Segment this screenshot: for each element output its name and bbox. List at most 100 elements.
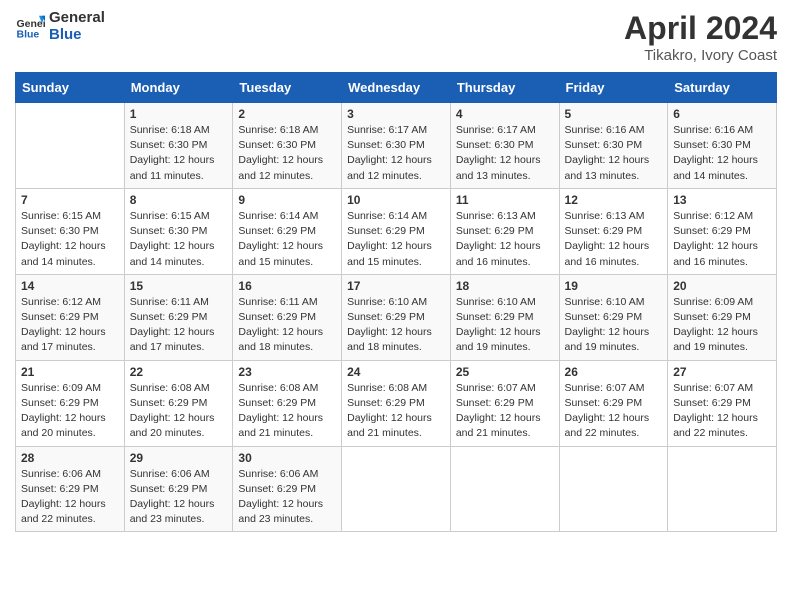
cell-w5-d3: 30 Sunrise: 6:06 AM Sunset: 6:29 PM Dayli… — [233, 446, 342, 532]
day-number: 11 — [456, 193, 554, 207]
day-number: 2 — [238, 107, 336, 121]
cell-w4-d2: 22Sunrise: 6:08 AM Sunset: 6:29 PM Dayli… — [124, 360, 233, 446]
page: General Blue General Blue April 2024 Tik… — [0, 0, 792, 612]
day-number: 15 — [130, 279, 228, 293]
cell-w1-d5: 4Sunrise: 6:17 AM Sunset: 6:30 PM Daylig… — [450, 103, 559, 189]
day-info: Sunrise: 6:07 AM Sunset: 6:29 PM Dayligh… — [565, 381, 663, 442]
cell-w1-d2: 1Sunrise: 6:18 AM Sunset: 6:30 PM Daylig… — [124, 103, 233, 189]
day-number: 28 — [21, 451, 119, 465]
day-number: 1 — [130, 107, 228, 121]
cell-w2-d1: 7 Sunrise: 6:15 AM Sunset: 6:30 PM Daylig… — [16, 188, 125, 274]
day-number: 30 — [238, 451, 336, 465]
day-info: Sunrise: 6:14 AM Sunset: 6:29 PM Dayligh… — [347, 209, 445, 270]
logo-icon: General Blue — [15, 12, 45, 42]
day-info: Sunrise: 6:10 AM Sunset: 6:29 PM Dayligh… — [347, 295, 445, 356]
cell-w3-d1: 14 Sunrise: 6:12 AM Sunset: 6:29 PM Dayli… — [16, 274, 125, 360]
calendar-table: Sunday Monday Tuesday Wednesday Thursday… — [15, 72, 777, 532]
day-info: Sunrise: 6:15 AM Sunset: 6:30 PM Dayligh… — [21, 209, 119, 270]
day-number: 27 — [673, 365, 771, 379]
day-number: 25 — [456, 365, 554, 379]
cell-w5-d7 — [668, 446, 777, 532]
cell-w3-d3: 16 Sunrise: 6:11 AM Sunset: 6:29 PM Dayli… — [233, 274, 342, 360]
title-block: April 2024 Tikakro, Ivory Coast — [624, 10, 777, 64]
cell-w1-d1 — [16, 103, 125, 189]
week-row-1: 1 Sunrise: 6:18 AM Sunset: 6:30 PM Daylig… — [16, 103, 777, 189]
day-info: Sunrise: 6:16 AM Sunset: 6:30 PM Dayligh… — [673, 123, 771, 184]
header: General Blue General Blue April 2024 Tik… — [15, 10, 777, 64]
day-number: 5 — [565, 107, 663, 121]
day-number: 23 — [238, 365, 336, 379]
day-number: 13 — [673, 193, 771, 207]
day-info: Sunrise: 6:09 AM Sunset: 6:29 PM Dayligh… — [21, 381, 119, 442]
day-number: 9 — [238, 193, 336, 207]
day-number: 21 — [21, 365, 119, 379]
cell-w3-d7: 20Sunrise: 6:09 AM Sunset: 6:29 PM Dayli… — [668, 274, 777, 360]
col-wednesday: Wednesday — [342, 73, 451, 103]
main-title: April 2024 — [624, 10, 777, 47]
day-number: 12 — [565, 193, 663, 207]
day-number: 7 — [21, 193, 119, 207]
cell-w2-d6: 12 Sunrise: 6:13 AM Sunset: 6:29 PM Dayli… — [559, 188, 668, 274]
logo-line2: Blue — [49, 27, 105, 44]
cell-w2-d3: 9Sunrise: 6:14 AM Sunset: 6:29 PM Daylig… — [233, 188, 342, 274]
cell-w1-d7: 6 Sunrise: 6:16 AM Sunset: 6:30 PM Daylig… — [668, 103, 777, 189]
day-info: Sunrise: 6:10 AM Sunset: 6:29 PM Dayligh… — [456, 295, 554, 356]
col-thursday: Thursday — [450, 73, 559, 103]
day-info: Sunrise: 6:06 AM Sunset: 6:29 PM Dayligh… — [130, 467, 228, 528]
cell-w4-d1: 21 Sunrise: 6:09 AM Sunset: 6:29 PM Dayli… — [16, 360, 125, 446]
day-info: Sunrise: 6:06 AM Sunset: 6:29 PM Dayligh… — [238, 467, 336, 528]
day-number: 20 — [673, 279, 771, 293]
cell-w1-d6: 5Sunrise: 6:16 AM Sunset: 6:30 PM Daylig… — [559, 103, 668, 189]
cell-w5-d5 — [450, 446, 559, 532]
day-number: 3 — [347, 107, 445, 121]
day-info: Sunrise: 6:12 AM Sunset: 6:29 PM Dayligh… — [21, 295, 119, 356]
logo-line1: General — [49, 10, 105, 27]
logo: General Blue General Blue — [15, 10, 105, 43]
col-saturday: Saturday — [668, 73, 777, 103]
day-info: Sunrise: 6:12 AM Sunset: 6:29 PM Dayligh… — [673, 209, 771, 270]
day-number: 26 — [565, 365, 663, 379]
col-tuesday: Tuesday — [233, 73, 342, 103]
col-friday: Friday — [559, 73, 668, 103]
subtitle: Tikakro, Ivory Coast — [624, 47, 777, 64]
day-number: 16 — [238, 279, 336, 293]
cell-w3-d6: 19 Sunrise: 6:10 AM Sunset: 6:29 PM Dayli… — [559, 274, 668, 360]
cell-w4-d4: 24Sunrise: 6:08 AM Sunset: 6:29 PM Dayli… — [342, 360, 451, 446]
day-number: 14 — [21, 279, 119, 293]
calendar-body: 1 Sunrise: 6:18 AM Sunset: 6:30 PM Daylig… — [16, 103, 777, 532]
day-info: Sunrise: 6:17 AM Sunset: 6:30 PM Dayligh… — [347, 123, 445, 184]
cell-w2-d2: 8Sunrise: 6:15 AM Sunset: 6:30 PM Daylig… — [124, 188, 233, 274]
header-row: Sunday Monday Tuesday Wednesday Thursday… — [16, 73, 777, 103]
cell-w5-d1: 28Sunrise: 6:06 AM Sunset: 6:29 PM Dayli… — [16, 446, 125, 532]
day-number: 22 — [130, 365, 228, 379]
cell-w1-d4: 3 Sunrise: 6:17 AM Sunset: 6:30 PM Daylig… — [342, 103, 451, 189]
cell-w5-d6 — [559, 446, 668, 532]
cell-w4-d6: 26 Sunrise: 6:07 AM Sunset: 6:29 PM Dayli… — [559, 360, 668, 446]
week-row-4: 21 Sunrise: 6:09 AM Sunset: 6:29 PM Dayli… — [16, 360, 777, 446]
day-info: Sunrise: 6:18 AM Sunset: 6:30 PM Dayligh… — [238, 123, 336, 184]
day-info: Sunrise: 6:08 AM Sunset: 6:29 PM Dayligh… — [238, 381, 336, 442]
cell-w4-d5: 25 Sunrise: 6:07 AM Sunset: 6:29 PM Dayli… — [450, 360, 559, 446]
cell-w2-d4: 10Sunrise: 6:14 AM Sunset: 6:29 PM Dayli… — [342, 188, 451, 274]
week-row-2: 7 Sunrise: 6:15 AM Sunset: 6:30 PM Daylig… — [16, 188, 777, 274]
day-info: Sunrise: 6:15 AM Sunset: 6:30 PM Dayligh… — [130, 209, 228, 270]
day-number: 19 — [565, 279, 663, 293]
svg-text:Blue: Blue — [17, 28, 40, 40]
col-monday: Monday — [124, 73, 233, 103]
week-row-3: 14 Sunrise: 6:12 AM Sunset: 6:29 PM Dayli… — [16, 274, 777, 360]
cell-w3-d4: 17 Sunrise: 6:10 AM Sunset: 6:29 PM Dayli… — [342, 274, 451, 360]
day-number: 6 — [673, 107, 771, 121]
day-info: Sunrise: 6:07 AM Sunset: 6:29 PM Dayligh… — [456, 381, 554, 442]
cell-w2-d5: 11Sunrise: 6:13 AM Sunset: 6:29 PM Dayli… — [450, 188, 559, 274]
day-number: 24 — [347, 365, 445, 379]
day-info: Sunrise: 6:17 AM Sunset: 6:30 PM Dayligh… — [456, 123, 554, 184]
cell-w4-d7: 27Sunrise: 6:07 AM Sunset: 6:29 PM Dayli… — [668, 360, 777, 446]
day-info: Sunrise: 6:13 AM Sunset: 6:29 PM Dayligh… — [565, 209, 663, 270]
cell-w5-d4 — [342, 446, 451, 532]
cell-w4-d3: 23 Sunrise: 6:08 AM Sunset: 6:29 PM Dayli… — [233, 360, 342, 446]
cell-w5-d2: 29Sunrise: 6:06 AM Sunset: 6:29 PM Dayli… — [124, 446, 233, 532]
day-number: 17 — [347, 279, 445, 293]
day-info: Sunrise: 6:10 AM Sunset: 6:29 PM Dayligh… — [565, 295, 663, 356]
day-info: Sunrise: 6:11 AM Sunset: 6:29 PM Dayligh… — [238, 295, 336, 356]
col-sunday: Sunday — [16, 73, 125, 103]
